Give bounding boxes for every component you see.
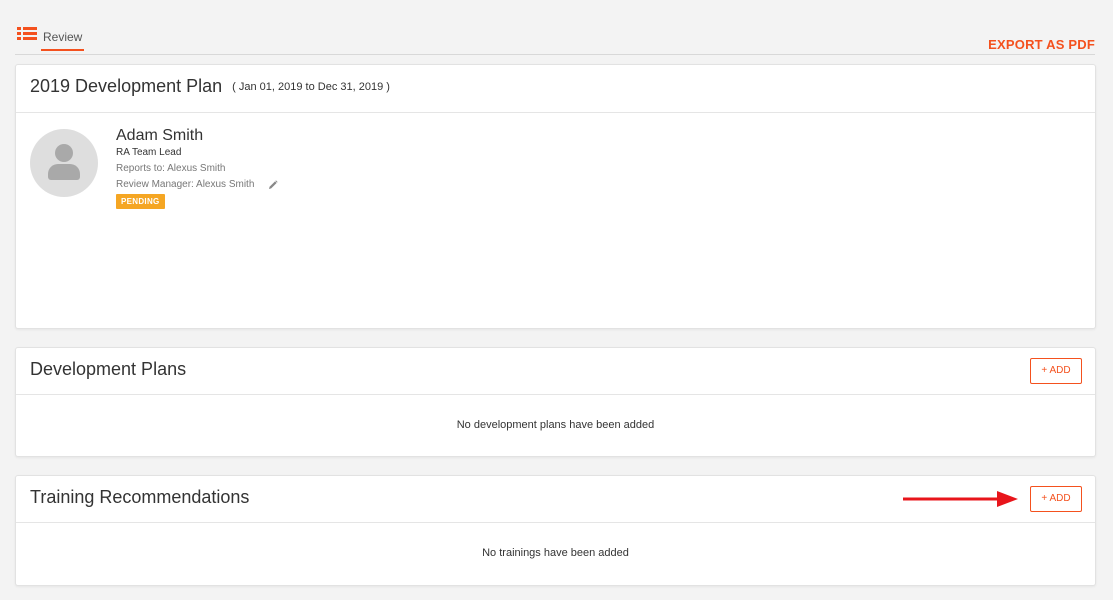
list-icon [17,26,37,42]
reports-to: Reports to: Alexus Smith [116,163,226,174]
training-title: Training Recommendations [30,487,250,507]
status-badge: PENDING [116,194,165,209]
development-plans-card: Development Plans + ADD No development p… [15,347,1096,457]
plan-title-row: 2019 Development Plan ( Jan 01, 2019 to D… [30,76,390,97]
development-plans-title: Development Plans [30,359,187,379]
add-training-button[interactable]: + ADD [1030,486,1082,512]
training-empty: No trainings have been added [482,547,629,559]
review-manager: Review Manager: Alexus Smith [116,179,255,190]
development-plans-empty: No development plans have been added [456,419,655,431]
export-pdf-link[interactable]: EXPORT AS PDF [988,37,1095,52]
person-info: Adam Smith RA Team Lead Reports to: Alex… [116,127,279,209]
review-manager-row: Review Manager: Alexus Smith [116,179,279,190]
annotation-arrow-icon [903,491,1018,507]
plan-card: 2019 Development Plan ( Jan 01, 2019 to D… [15,64,1096,329]
development-plans-header: Development Plans + ADD [16,348,1095,395]
top-bar: Review [15,0,1095,55]
tab-review-label: Review [41,25,85,51]
plan-date-range: ( Jan 01, 2019 to Dec 31, 2019 ) [232,81,390,93]
page-title: 2019 Development Plan [30,76,223,96]
user-avatar-icon [30,129,98,197]
person-name: Adam Smith [116,127,204,144]
plan-card-body: Adam Smith RA Team Lead Reports to: Alex… [16,113,1095,313]
pencil-icon[interactable] [268,179,279,190]
person-role: RA Team Lead [116,147,182,158]
plan-card-header: 2019 Development Plan ( Jan 01, 2019 to D… [16,65,1095,113]
add-development-plan-button[interactable]: + ADD [1030,358,1082,384]
tab-review[interactable]: Review [17,25,85,53]
